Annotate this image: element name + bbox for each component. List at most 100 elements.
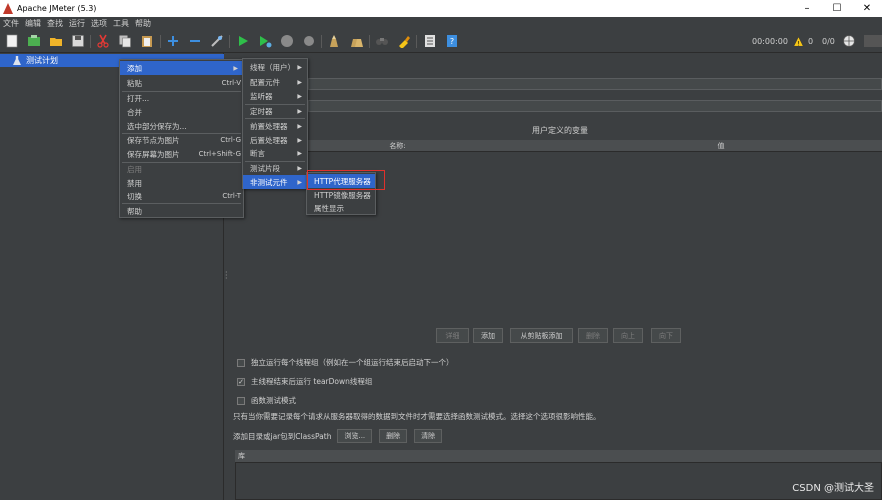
title-bar: Apache JMeter (5.3) – ☐ ✕ [0, 0, 882, 17]
copy-icon[interactable] [118, 34, 132, 48]
sub-pre-processor[interactable]: 前置处理器 ▶ [243, 119, 307, 133]
user-variables-title: 用户定义的变量 [532, 126, 588, 135]
minimize-button[interactable]: – [792, 0, 822, 17]
clear-all-icon[interactable] [349, 34, 363, 48]
option-functional-mode[interactable]: 函数测试模式 [237, 395, 296, 406]
menu-search[interactable]: 查找 [44, 18, 66, 29]
sub-test-fragment[interactable]: 测试片段 ▶ [243, 161, 307, 175]
start-no-pauses-icon[interactable] [258, 34, 272, 48]
name-input[interactable] [308, 78, 882, 90]
sub-post-processor[interactable]: 后置处理器 ▶ [243, 133, 307, 147]
delete-button[interactable]: 删除 [578, 328, 608, 343]
sub-listener[interactable]: 监听器 ▶ [243, 89, 307, 103]
ctx-toggle[interactable]: 切换 Ctrl-T [120, 189, 243, 203]
classpath-label: 添加目录或jar包到ClassPath [233, 431, 332, 441]
sub-assertion[interactable]: 断言 ▶ [243, 146, 307, 160]
menu-help[interactable]: 帮助 [132, 18, 154, 29]
variables-table-header: 名称: 值 [235, 140, 882, 152]
serialize-label: 独立运行每个线程组（例如在一个组运行结束后启动下一个） [251, 358, 454, 367]
ctx-help[interactable]: 帮助 [120, 204, 243, 218]
functional-mode-checkbox[interactable] [237, 396, 245, 405]
detail-button[interactable]: 详细 [436, 328, 469, 343]
column-value-header[interactable]: 值 [560, 140, 882, 151]
move-up-button[interactable]: 向上 [613, 328, 643, 343]
functional-mode-label: 函数测试模式 [251, 396, 296, 405]
start-icon[interactable] [236, 34, 250, 48]
new-file-icon[interactable] [5, 34, 19, 48]
option-serialize-threadgroups[interactable]: 独立运行每个线程组（例如在一个组运行结束后启动下一个） [237, 357, 454, 368]
classpath-clear-button[interactable]: 清除 [414, 429, 443, 443]
window-controls: – ☐ ✕ [792, 0, 882, 17]
elapsed-timer: 00:00:00 [752, 37, 788, 46]
warning-icon[interactable]: ! [793, 36, 804, 47]
open-folder-icon[interactable] [49, 34, 63, 48]
ctx-save-node-image[interactable]: 保存节点为图片 Ctrl-G [120, 133, 243, 147]
close-button[interactable]: ✕ [852, 0, 882, 17]
menu-bar: 文件 编辑 查找 运行 选项 工具 帮助 [0, 17, 882, 30]
add-button[interactable]: 添加 [473, 328, 503, 343]
context-menu: 添加 ▶ 粘贴 Ctrl-V 打开... 合并 选中部分保存为... 保存节点为图片… [119, 59, 244, 218]
ctx-save-screen-image[interactable]: 保存屏幕为图片 Ctrl+Shift-G [120, 147, 243, 161]
ctx-enable: 启用 [127, 164, 142, 174]
ctx-disable[interactable]: 禁用 [120, 176, 243, 190]
active-threads: 0/0 [822, 37, 835, 46]
teardown-checkbox[interactable]: ✓ [237, 377, 245, 386]
annotation-highlight-box [307, 170, 385, 190]
move-down-button[interactable]: 向下 [651, 328, 681, 343]
test-plan-panel: 用户定义的变量 名称: 值 详细 添加 从剪贴板添加 删除 向上 向下 独立运行… [230, 53, 882, 500]
menu-run[interactable]: 运行 [66, 18, 88, 29]
reset-search-icon[interactable] [397, 34, 411, 48]
ctx-open[interactable]: 打开... [120, 91, 243, 105]
watermark: CSDN @测试大圣 [792, 483, 874, 494]
templates-icon[interactable] [27, 34, 41, 48]
toolbar-separator [229, 35, 230, 48]
teardown-label: 主线程结束后运行 tearDown线程组 [251, 377, 373, 386]
toolbar-separator [321, 35, 322, 48]
menu-edit[interactable]: 编辑 [22, 18, 44, 29]
menu-file[interactable]: 文件 [0, 18, 22, 29]
classpath-row: 添加目录或jar包到ClassPath 浏览... 删除 清除 [233, 429, 449, 443]
remote-globe-icon[interactable] [842, 34, 856, 48]
toolbar-separator [160, 35, 161, 48]
ctx-save-selection-as[interactable]: 选中部分保存为... [120, 119, 243, 133]
clear-icon[interactable] [327, 34, 341, 48]
option-teardown-on-shutdown[interactable]: ✓ 主线程结束后运行 tearDown线程组 [237, 376, 372, 387]
save-icon[interactable] [71, 34, 85, 48]
test-plan-flask-icon [13, 56, 21, 65]
browse-button[interactable]: 浏览... [337, 429, 373, 443]
toolbar-separator [416, 35, 417, 48]
maximize-button[interactable]: ☐ [822, 0, 852, 17]
error-count: 0 [808, 37, 814, 46]
stop-icon[interactable] [280, 34, 294, 48]
sub-config-element[interactable]: 配置元件 ▶ [243, 75, 307, 89]
classpath-delete-button[interactable]: 删除 [379, 429, 408, 443]
cut-icon[interactable] [96, 34, 110, 48]
search-binoculars-icon[interactable] [375, 34, 389, 48]
menu-tools[interactable]: 工具 [110, 18, 132, 29]
shutdown-icon[interactable] [302, 34, 316, 48]
function-helper-icon[interactable] [423, 34, 437, 48]
sub-property-display[interactable]: 属性显示 [307, 201, 375, 215]
toggle-icon[interactable] [210, 34, 224, 48]
comments-input[interactable] [308, 100, 882, 112]
ctx-merge[interactable]: 合并 [120, 105, 243, 119]
expand-all-icon[interactable] [166, 34, 180, 48]
tree-node-label: 测试计划 [26, 56, 58, 65]
collapse-all-icon[interactable] [188, 34, 202, 48]
add-from-clipboard-button[interactable]: 从剪贴板添加 [510, 328, 573, 343]
svg-text:?: ? [450, 37, 454, 46]
menu-options[interactable]: 选项 [88, 18, 110, 29]
ctx-add[interactable]: 添加 ▶ [120, 61, 243, 75]
sub-non-test-elements[interactable]: 非测试元件 ▶ [243, 175, 307, 189]
paste-icon[interactable] [140, 34, 154, 48]
help-book-icon[interactable]: ? [445, 34, 459, 48]
sub-http-mirror-server[interactable]: HTTP镜像服务器 [307, 188, 375, 202]
sub-threads[interactable]: 线程（用户） ▶ [243, 60, 307, 74]
svg-text:!: ! [797, 40, 800, 47]
serialize-checkbox[interactable] [237, 358, 245, 367]
library-table-body[interactable] [235, 462, 882, 500]
ctx-paste[interactable]: 粘贴 Ctrl-V [120, 76, 243, 90]
jmeter-feather-icon [3, 3, 13, 14]
jmeter-logo-icon [864, 35, 882, 47]
sub-timer[interactable]: 定时器 ▶ [243, 104, 307, 118]
